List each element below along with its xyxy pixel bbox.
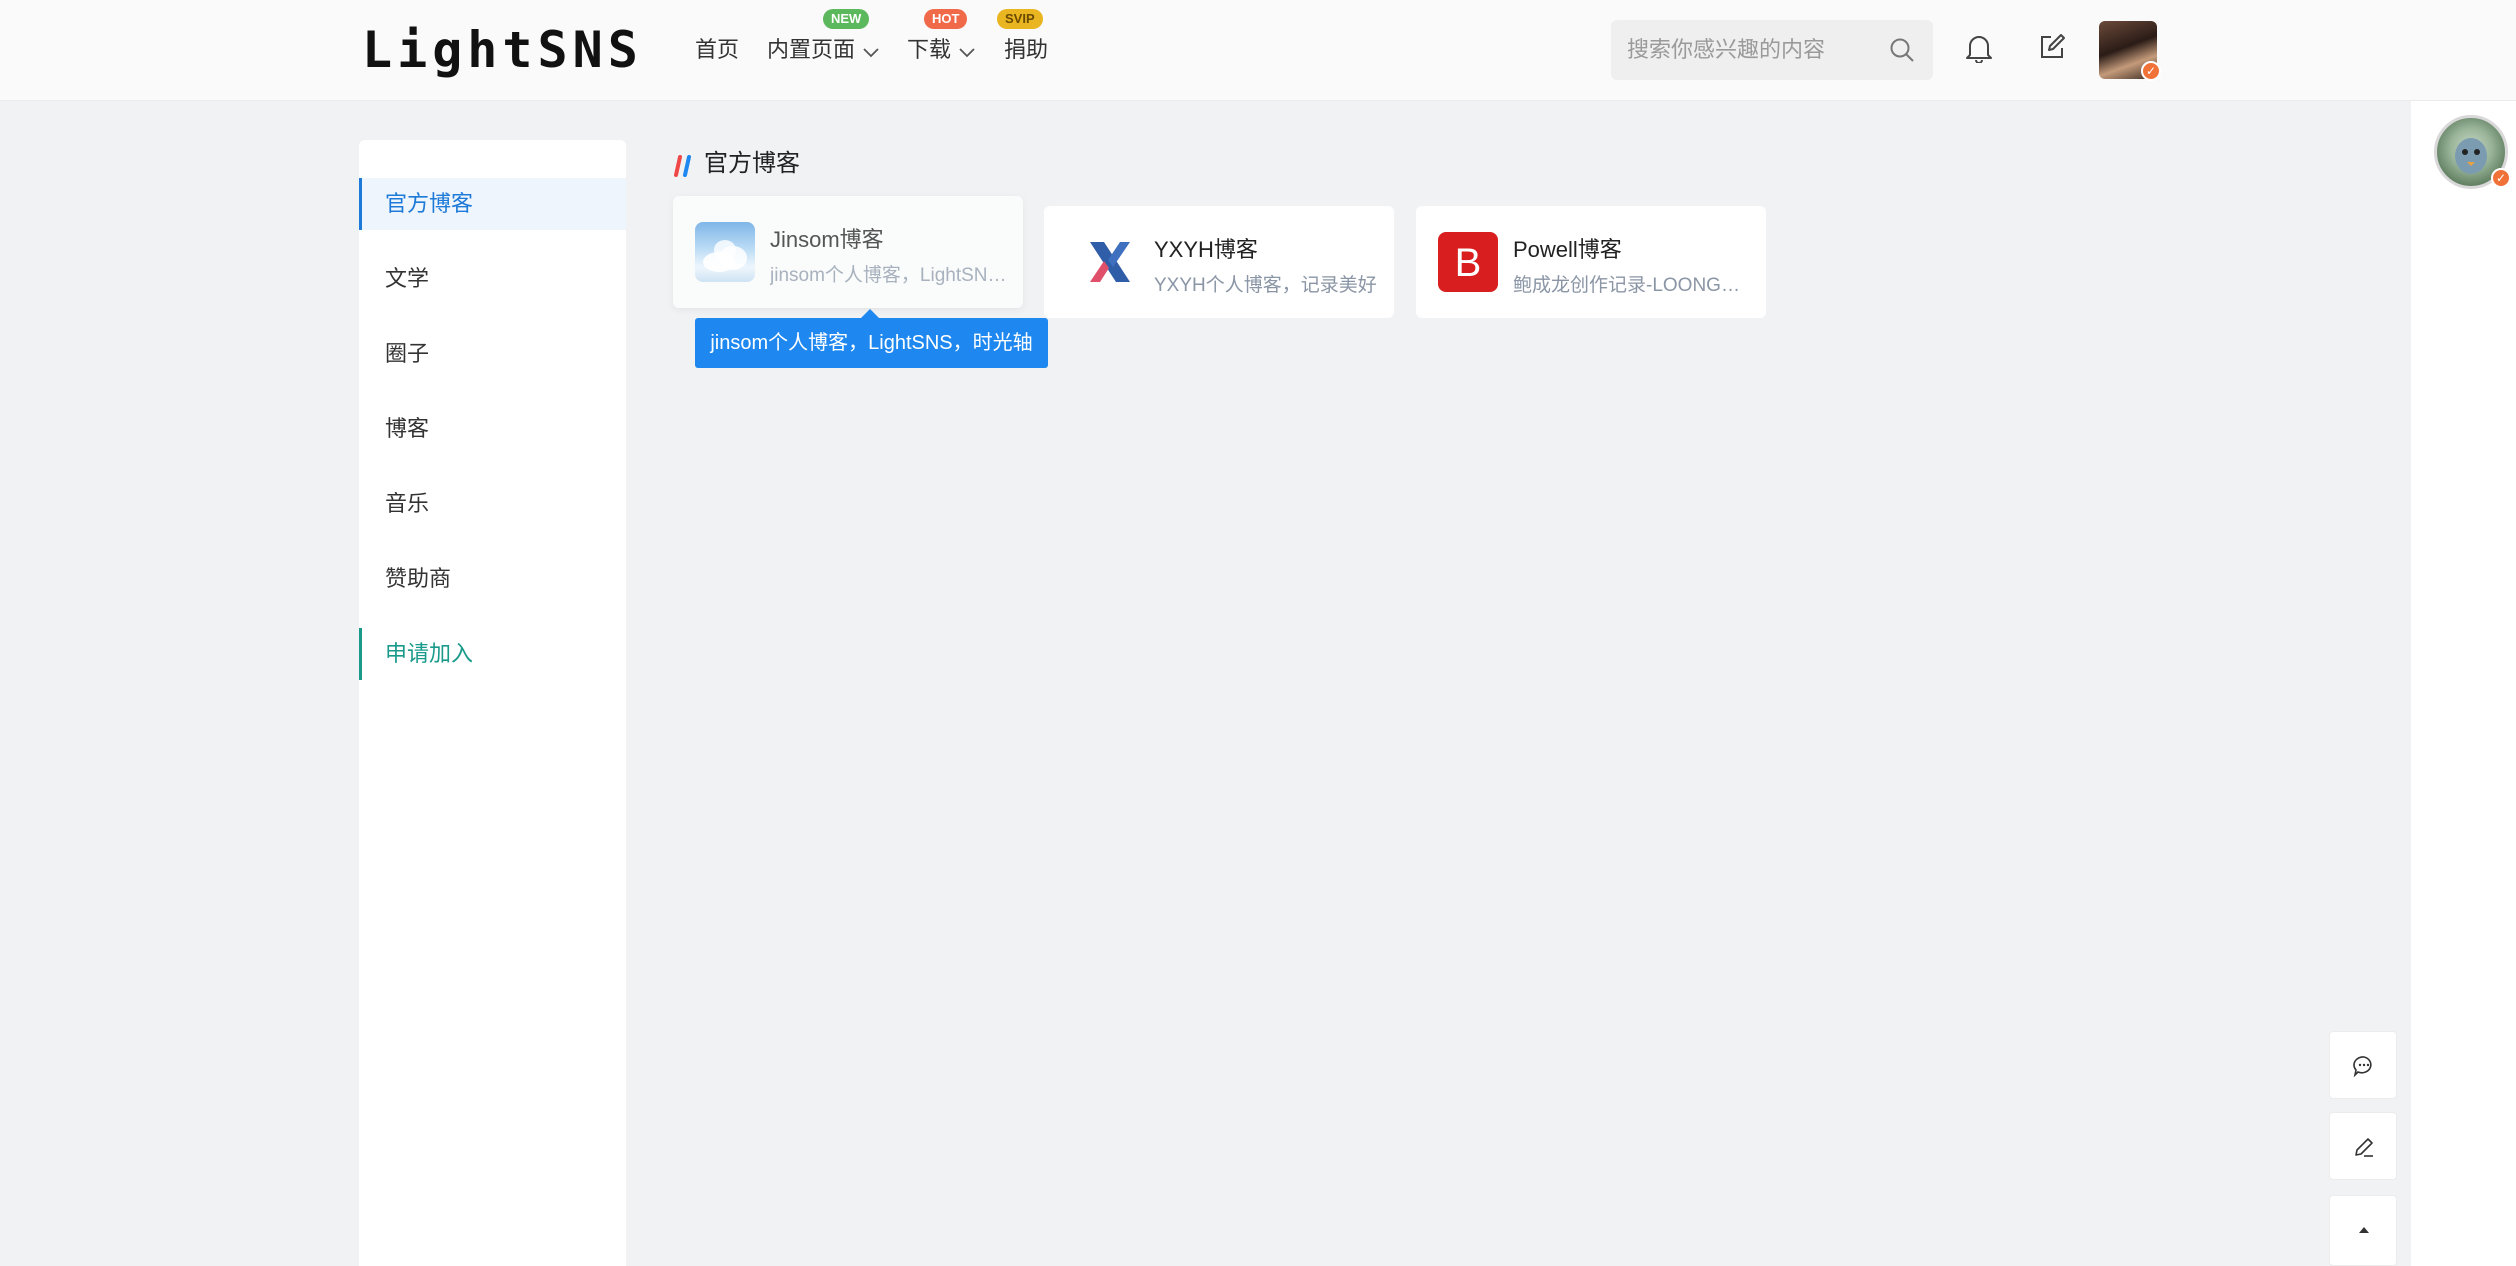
- category-sidebar: 官方博客 文学 圈子 博客 音乐 赞助商 申请加入: [359, 140, 626, 1266]
- search-box: [1611, 20, 1933, 80]
- search-icon[interactable]: [1889, 37, 1915, 68]
- b-logo-icon: B: [1438, 232, 1498, 292]
- blog-card-name: YXYH博客: [1154, 237, 1258, 262]
- chevron-down-icon: [863, 31, 879, 71]
- nav-download-label: 下载: [907, 37, 952, 62]
- blog-card-desc: YXYH个人博客，记录美好: [1154, 275, 1377, 296]
- blog-card-yxyh[interactable]: YXYH博客 YXYH个人博客，记录美好: [1044, 206, 1394, 318]
- nav-donate-label: 捐助: [1004, 37, 1049, 62]
- title-mark-icon: [674, 154, 694, 186]
- nav-donate[interactable]: 捐助: [1004, 30, 1048, 70]
- verified-icon: ✓: [2141, 61, 2161, 81]
- sidebar-item-official-blog[interactable]: 官方博客: [359, 178, 626, 230]
- search-input[interactable]: [1627, 20, 1877, 80]
- back-to-top-icon: [2359, 1227, 2369, 1233]
- section-title: 官方博客: [674, 148, 800, 180]
- new-badge: NEW: [823, 9, 870, 29]
- right-side-panel: [2411, 101, 2516, 1266]
- svg-text:B: B: [1455, 241, 1482, 285]
- blog-card-desc: 鲍成龙创作记录-LOONG主题: [1513, 275, 1753, 296]
- pen-icon: [2355, 1138, 2373, 1157]
- back-to-top-button[interactable]: [2329, 1195, 2397, 1266]
- hot-badge: HOT: [924, 9, 968, 29]
- floating-avatar[interactable]: ✓: [2434, 115, 2511, 189]
- verified-icon: ✓: [2491, 168, 2511, 188]
- top-header: LightSNS 首页 内置页面 NEW 下载 HOT 捐助 SVIP ✓: [0, 0, 2516, 101]
- comment-icon: [2353, 1056, 2372, 1078]
- edit-icon[interactable]: [2038, 33, 2066, 66]
- x-logo-icon: [1082, 234, 1138, 290]
- comment-button[interactable]: [2329, 1031, 2397, 1099]
- sidebar-item-blog[interactable]: 博客: [359, 403, 626, 455]
- site-logo[interactable]: LightSNS: [362, 22, 643, 78]
- nav-home[interactable]: 首页: [695, 30, 739, 70]
- chevron-down-icon: [959, 31, 975, 71]
- sidebar-item-music[interactable]: 音乐: [359, 478, 626, 530]
- bell-icon[interactable]: [1965, 33, 1993, 68]
- nav-builtin-pages[interactable]: 内置页面: [767, 30, 879, 70]
- sidebar-item-sponsors[interactable]: 赞助商: [359, 553, 626, 605]
- sidebar-item-literature[interactable]: 文学: [359, 253, 626, 305]
- cloud-logo-icon: [695, 222, 755, 282]
- blog-card-name: Jinsom博客: [770, 227, 884, 252]
- blog-card-powell[interactable]: B Powell博客 鲍成龙创作记录-LOONG主题: [1416, 206, 1766, 318]
- svip-badge: SVIP: [997, 9, 1043, 29]
- blog-card-desc: jinsom个人博客，LightSNS，时光轴: [770, 265, 1010, 286]
- nav-home-label: 首页: [695, 37, 740, 62]
- user-avatar[interactable]: ✓: [2099, 21, 2161, 81]
- section-title-text: 官方博客: [704, 150, 800, 177]
- sidebar-item-apply[interactable]: 申请加入: [359, 628, 626, 680]
- blog-card-name: Powell博客: [1513, 237, 1622, 262]
- sidebar-item-circle[interactable]: 圈子: [359, 328, 626, 380]
- write-button[interactable]: [2329, 1112, 2397, 1180]
- blog-card-jinsom[interactable]: Jinsom博客 jinsom个人博客，LightSNS，时光轴: [673, 196, 1023, 308]
- nav-download[interactable]: 下载: [907, 30, 975, 70]
- nav-builtin-pages-label: 内置页面: [767, 37, 856, 62]
- card-tooltip: jinsom个人博客，LightSNS，时光轴: [695, 309, 1048, 368]
